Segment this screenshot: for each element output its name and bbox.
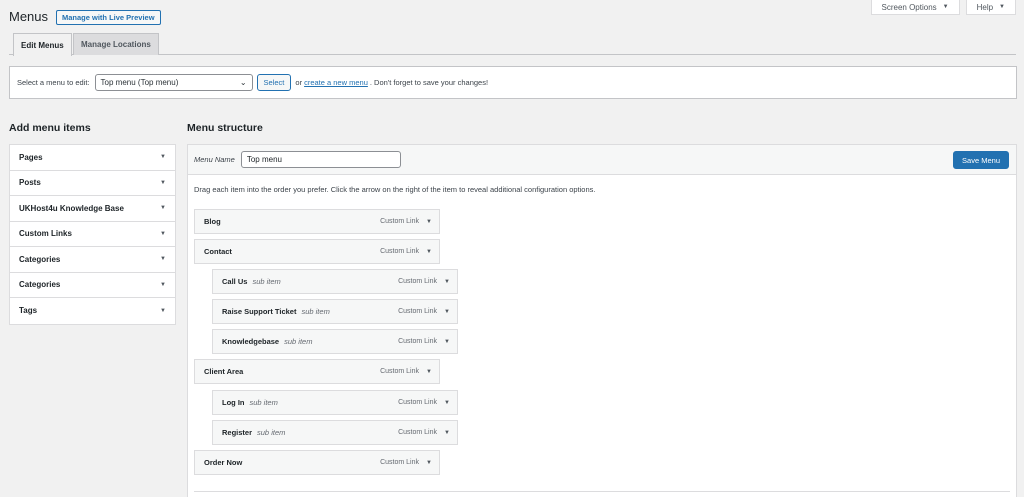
menu-item-type: Custom Link — [380, 248, 419, 255]
menu-item-title: Contact — [204, 247, 232, 256]
menu-item-contact[interactable]: Contact Custom Link ▼ — [194, 239, 440, 264]
menu-item-log-in[interactable]: Log In sub item Custom Link ▼ — [212, 390, 458, 415]
select-menu-label: Select a menu to edit: — [17, 78, 90, 87]
caret-down-icon: ▼ — [160, 179, 166, 186]
help-label: Help — [976, 2, 994, 12]
page-title: Menus — [9, 9, 49, 24]
caret-down-icon[interactable]: ▼ — [444, 279, 450, 285]
menu-item-knowledgebase[interactable]: Knowledgebase sub item Custom Link ▼ — [212, 329, 458, 354]
menu-item-call-us[interactable]: Call Us sub item Custom Link ▼ — [212, 269, 458, 294]
caret-down-icon: ▼ — [160, 281, 166, 288]
menu-select-value: Top menu (Top menu) — [100, 78, 179, 87]
caret-down-icon: ▼ — [160, 256, 166, 263]
save-reminder-text: . Don't forget to save your changes! — [369, 78, 489, 87]
caret-down-icon[interactable]: ▼ — [444, 400, 450, 406]
caret-down-icon[interactable]: ▼ — [444, 309, 450, 315]
sub-item-label: sub item — [249, 398, 278, 407]
caret-down-icon[interactable]: ▼ — [444, 430, 450, 436]
menu-header: Menu Name Top menu Save Menu — [188, 145, 1016, 175]
menu-item-register[interactable]: Register sub item Custom Link ▼ — [212, 420, 458, 445]
menu-item-title: Raise Support Ticket — [222, 307, 297, 316]
accordion-section-label: Categories — [19, 254, 61, 264]
caret-down-icon: ▼ — [160, 205, 166, 212]
menu-item-blog[interactable]: Blog Custom Link ▼ — [194, 209, 440, 234]
menu-item-title: Call Us — [222, 277, 248, 286]
nav-tabs: Edit Menus Manage Locations — [9, 33, 1016, 56]
sub-item-label: sub item — [284, 337, 313, 346]
menu-item-title: Client Area — [204, 367, 244, 376]
menu-item-title: Knowledgebase — [222, 337, 280, 346]
accordion-section-pages[interactable]: Pages ▼ — [10, 145, 175, 171]
tab-edit-menus[interactable]: Edit Menus — [13, 33, 72, 56]
menu-item-order-now[interactable]: Order Now Custom Link ▼ — [194, 450, 440, 475]
tab-manage-locations[interactable]: Manage Locations — [73, 33, 159, 55]
accordion-section-label: Tags — [19, 306, 38, 316]
caret-down-icon: ▼ — [942, 4, 949, 10]
accordion-section-label: Posts — [19, 178, 41, 188]
menu-item-title: Blog — [204, 217, 221, 226]
menu-item-type: Custom Link — [380, 459, 419, 466]
accordion-section-label: Custom Links — [19, 229, 72, 239]
caret-down-icon: ▼ — [160, 307, 166, 314]
menu-item-title: Order Now — [204, 458, 243, 467]
accordion-section-custom-links[interactable]: Custom Links ▼ — [10, 222, 175, 247]
manage-menus-bar: Select a menu to edit: Top menu (Top men… — [9, 66, 1017, 99]
live-preview-button[interactable]: Manage with Live Preview — [56, 10, 161, 25]
menu-item-type: Custom Link — [398, 308, 437, 315]
accordion-section-categories-2[interactable]: Categories ▼ — [10, 273, 175, 298]
accordion-section-label: Categories — [19, 280, 61, 290]
accordion-section-knowledge-base[interactable]: UKHost4u Knowledge Base ▼ — [10, 196, 175, 222]
sub-item-label: sub item — [257, 428, 286, 437]
sub-item-label: sub item — [301, 307, 330, 316]
screen-options-label: Screen Options — [881, 2, 937, 12]
create-new-menu-link[interactable]: create a new menu — [304, 78, 368, 87]
caret-down-icon: ▼ — [999, 4, 1005, 10]
menu-settings-divider — [194, 491, 1010, 492]
menu-name-label: Menu Name — [194, 155, 235, 164]
add-menu-items-heading: Add menu items — [9, 122, 91, 134]
drag-instructions: Drag each item into the order you prefer… — [194, 185, 596, 194]
caret-down-icon[interactable]: ▼ — [426, 460, 432, 466]
accordion-section-categories[interactable]: Categories ▼ — [10, 247, 175, 273]
or-text: or — [295, 78, 303, 87]
menu-item-title: Register — [222, 428, 253, 437]
save-menu-button[interactable]: Save Menu — [953, 151, 1009, 169]
menu-name-input[interactable]: Top menu — [240, 151, 401, 168]
menu-item-client-area[interactable]: Client Area Custom Link ▼ — [194, 359, 440, 384]
screen-options-button[interactable]: Screen Options ▼ — [870, 0, 960, 15]
menu-structure-heading: Menu structure — [187, 122, 263, 134]
caret-down-icon: ▼ — [160, 230, 166, 237]
menu-edit-panel: Menu Name Top menu Save Menu Drag each i… — [187, 144, 1017, 497]
accordion-section-label: Pages — [19, 152, 43, 162]
menu-item-type: Custom Link — [380, 368, 419, 375]
accordion-section-posts[interactable]: Posts ▼ — [10, 171, 175, 196]
caret-down-icon[interactable]: ▼ — [444, 339, 450, 345]
caret-down-icon[interactable]: ▼ — [426, 219, 432, 225]
sub-item-label: sub item — [252, 277, 281, 286]
help-button[interactable]: Help ▼ — [965, 0, 1016, 15]
caret-down-icon: ▼ — [160, 154, 166, 161]
menu-item-raise-support-ticket[interactable]: Raise Support Ticket sub item Custom Lin… — [212, 299, 458, 324]
menu-select[interactable]: Top menu (Top menu) ⌄ — [94, 74, 253, 91]
menu-item-type: Custom Link — [398, 429, 437, 436]
chevron-down-icon: ⌄ — [239, 78, 247, 87]
caret-down-icon[interactable]: ▼ — [426, 249, 432, 255]
select-button[interactable]: Select — [256, 74, 292, 91]
accordion-section-label: UKHost4u Knowledge Base — [19, 203, 124, 213]
menu-item-type: Custom Link — [398, 399, 437, 406]
menu-item-type: Custom Link — [398, 278, 437, 285]
add-menu-items-accordion: Pages ▼ Posts ▼ UKHost4u Knowledge Base … — [9, 144, 176, 325]
menu-item-type: Custom Link — [380, 218, 419, 225]
caret-down-icon[interactable]: ▼ — [426, 369, 432, 375]
menu-item-type: Custom Link — [398, 338, 437, 345]
menu-item-title: Log In — [222, 398, 245, 407]
screen-meta-links: Screen Options ▼ Help ▼ — [870, 0, 1016, 15]
accordion-section-tags[interactable]: Tags ▼ — [10, 298, 175, 324]
